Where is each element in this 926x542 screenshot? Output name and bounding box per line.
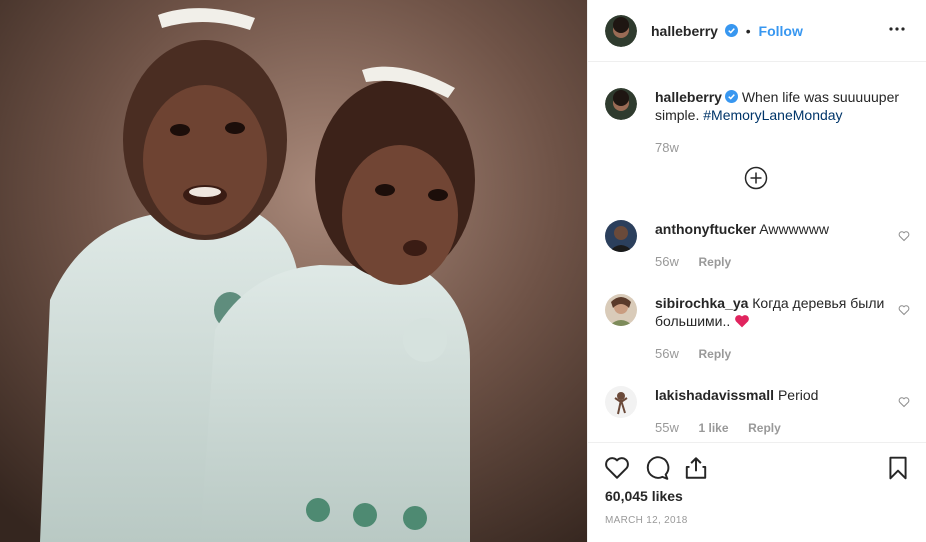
comment-username[interactable]: lakishadavissmall	[655, 387, 774, 403]
comment-meta: 55w 1 like Reply	[655, 420, 797, 435]
comment-row: lakishadavissmall Period 55w 1 like Repl…	[605, 386, 910, 442]
comment-username[interactable]: sibirochka_ya	[655, 295, 748, 311]
comment-likes[interactable]: 1 like	[698, 421, 728, 435]
reply-button[interactable]: Reply	[748, 421, 781, 435]
commenter-avatar[interactable]	[605, 220, 637, 252]
comment-username[interactable]: anthonyftucker	[655, 221, 756, 237]
save-bookmark-icon[interactable]	[885, 455, 911, 481]
separator-dot: •	[745, 22, 751, 39]
comment-time[interactable]: 56w	[655, 346, 679, 361]
caption-username[interactable]: halleberry	[655, 89, 722, 105]
post-side-panel: halleberry • Follow halleberry When life…	[587, 0, 926, 542]
comment-text: Period	[777, 387, 819, 403]
comment-row: anthonyftucker Awwwwww 56w Reply	[605, 220, 910, 280]
reply-button[interactable]: Reply	[698, 255, 731, 269]
post-date[interactable]: MARCH 12, 2018	[605, 515, 688, 526]
author-avatar[interactable]	[605, 14, 637, 47]
like-heart-icon[interactable]	[604, 455, 630, 481]
comment-meta: 56w Reply	[655, 346, 747, 361]
like-comment-heart-icon[interactable]	[898, 304, 910, 316]
follow-button[interactable]: Follow	[759, 23, 803, 39]
verified-badge-icon	[724, 23, 738, 37]
comment-bubble-icon[interactable]	[644, 455, 670, 481]
load-more-comments-icon[interactable]	[744, 166, 768, 190]
comment-meta: 56w Reply	[655, 254, 747, 269]
comment-row: sibirochka_ya Когда деревья были большим…	[605, 294, 910, 364]
commenter-avatar[interactable]	[605, 386, 637, 418]
comment-time[interactable]: 55w	[655, 420, 679, 435]
post-photo[interactable]	[0, 0, 587, 542]
commenter-avatar[interactable]	[605, 294, 637, 326]
author-username[interactable]: halleberry	[651, 23, 718, 39]
comment-text: Awwwwww	[759, 221, 829, 237]
post-header: halleberry • Follow	[588, 0, 926, 62]
reply-button[interactable]: Reply	[698, 347, 731, 361]
comment-time[interactable]: 56w	[655, 254, 679, 269]
more-options-icon[interactable]	[888, 20, 906, 38]
verified-badge-icon	[724, 90, 738, 103]
caption-hashtag[interactable]: #MemoryLaneMonday	[703, 107, 842, 123]
like-comment-heart-icon[interactable]	[898, 396, 910, 408]
caption-meta: 78w	[655, 140, 695, 155]
share-icon[interactable]	[683, 455, 709, 481]
like-comment-heart-icon[interactable]	[898, 230, 910, 242]
author-info: halleberry • Follow	[651, 23, 803, 39]
comments-list[interactable]: halleberry When life was suuuuuper simpl…	[588, 62, 926, 442]
post-actions: 60,045 likes MARCH 12, 2018	[588, 442, 926, 542]
caption-avatar[interactable]	[605, 88, 637, 120]
red-heart-emoji	[734, 314, 750, 332]
likes-count[interactable]: 60,045 likes	[605, 488, 683, 504]
caption-time[interactable]: 78w	[655, 140, 679, 155]
photo-illustration	[0, 0, 587, 542]
caption-row: halleberry When life was suuuuuper simpl…	[605, 88, 910, 168]
